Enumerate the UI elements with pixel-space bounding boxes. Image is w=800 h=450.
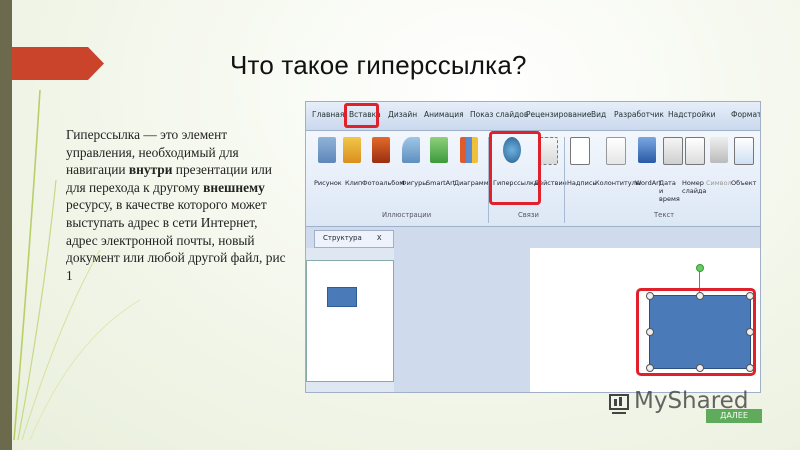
smartart-icon bbox=[430, 137, 448, 163]
object-icon bbox=[734, 137, 754, 165]
tab-format[interactable]: Формат bbox=[731, 110, 760, 119]
tab-home[interactable]: Главная bbox=[312, 110, 344, 119]
clip-icon bbox=[343, 137, 361, 163]
shape-selection-highlight bbox=[636, 288, 756, 376]
datetime-label: Дата и время bbox=[659, 179, 680, 203]
picture-label: Рисунок bbox=[314, 179, 342, 187]
wordart-button[interactable] bbox=[638, 137, 656, 163]
next-button[interactable]: ДАЛЕЕ bbox=[706, 409, 762, 423]
smartart-label: SmartArt bbox=[426, 179, 456, 187]
chart-label: Диаграмма bbox=[454, 179, 493, 187]
wordart-label: WordArt bbox=[635, 179, 662, 187]
datetime-button[interactable] bbox=[663, 137, 683, 165]
clip-label: Клип bbox=[345, 179, 363, 187]
symbol-button[interactable] bbox=[710, 137, 728, 163]
rotation-handle[interactable] bbox=[696, 264, 704, 272]
tab-design[interactable]: Дизайн bbox=[388, 110, 417, 119]
tab-outline[interactable]: Структура bbox=[314, 230, 394, 248]
textbox-icon bbox=[570, 137, 590, 165]
powerpoint-screenshot: Главная Вставка Дизайн Анимация Показ сл… bbox=[305, 101, 761, 393]
group-links-label: Связи bbox=[518, 211, 539, 219]
shapes-button[interactable] bbox=[402, 137, 420, 163]
shapes-label: Фигуры bbox=[401, 179, 428, 187]
myshared-logo-icon bbox=[609, 394, 629, 414]
body-bold-external: внешнему bbox=[203, 179, 265, 195]
group-illustrations-label: Иллюстрации bbox=[382, 211, 432, 219]
group-separator bbox=[564, 137, 565, 223]
tab-animation[interactable]: Анимация bbox=[424, 110, 464, 119]
photo-album-icon bbox=[372, 137, 390, 163]
photo-album-button[interactable] bbox=[372, 137, 390, 163]
clip-button[interactable] bbox=[343, 137, 361, 163]
slide: Что такое гиперссылка? Гиперссылка — это… bbox=[0, 0, 800, 450]
object-label: Объект bbox=[731, 179, 757, 187]
action-button[interactable] bbox=[538, 137, 558, 165]
slide-thumbnail[interactable] bbox=[306, 260, 394, 382]
chart-icon bbox=[460, 137, 478, 163]
group-text-label: Текст bbox=[654, 211, 675, 219]
picture-button[interactable] bbox=[318, 137, 336, 163]
header-footer-icon bbox=[606, 137, 626, 165]
header-footer-button[interactable] bbox=[606, 137, 626, 165]
tab-review[interactable]: Рецензирование bbox=[526, 110, 591, 119]
title-arrow-icon bbox=[12, 47, 104, 80]
slide-number-icon bbox=[685, 137, 705, 165]
slide-thumbnails-pane bbox=[306, 248, 394, 392]
textbox-button[interactable] bbox=[570, 137, 590, 165]
pane-close-button[interactable]: x bbox=[377, 232, 382, 242]
symbol-label: Символ bbox=[706, 179, 732, 187]
tab-slideshow[interactable]: Показ слайдов bbox=[470, 110, 528, 119]
thumbnail-shape bbox=[327, 287, 357, 307]
picture-icon bbox=[318, 137, 336, 163]
star-icon bbox=[538, 137, 558, 165]
ribbon-tabs: Главная Вставка Дизайн Анимация Показ сл… bbox=[306, 102, 760, 131]
body-text-part: ресурсу, в качестве которого может высту… bbox=[66, 197, 286, 283]
outline-tab-label: Структура bbox=[323, 234, 362, 242]
body-paragraph: Гиперссылка — это элемент управления, не… bbox=[66, 126, 292, 284]
body-bold-inside: внутри bbox=[128, 162, 173, 178]
smartart-button[interactable] bbox=[430, 137, 448, 163]
slide-title: Что такое гиперссылка? bbox=[230, 50, 527, 80]
chart-button[interactable] bbox=[460, 137, 478, 163]
tab-addins[interactable]: Надстройки bbox=[668, 110, 716, 119]
wordart-icon bbox=[638, 137, 656, 163]
textbox-label: Надпись bbox=[567, 179, 597, 187]
insert-tab-highlight bbox=[344, 103, 379, 128]
slide-number-label: Номер слайда bbox=[682, 179, 707, 195]
tab-developer[interactable]: Разработчик bbox=[614, 110, 664, 119]
hyperlink-button-highlight bbox=[489, 131, 541, 205]
object-button[interactable] bbox=[734, 137, 754, 165]
ribbon: Рисунок Клип Фотоальбом Фигуры SmartArt … bbox=[306, 131, 760, 227]
photo-album-label: Фотоальбом bbox=[362, 179, 405, 187]
omega-icon bbox=[710, 137, 728, 163]
tab-view[interactable]: Вид bbox=[591, 110, 606, 119]
calendar-icon bbox=[663, 137, 683, 165]
shapes-icon bbox=[402, 137, 420, 163]
slide-number-button[interactable] bbox=[685, 137, 705, 165]
